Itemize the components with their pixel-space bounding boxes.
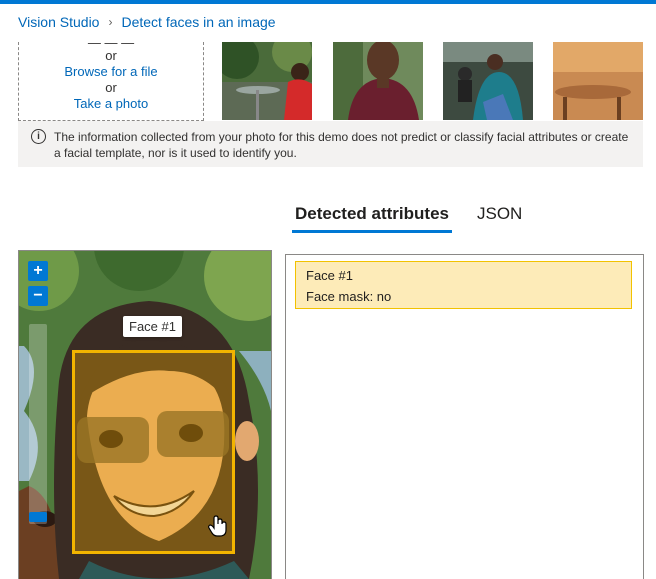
browse-file-link[interactable]: Browse for a file <box>19 64 203 80</box>
upload-dropzone[interactable]: ― ― ― or Browse for a file or Take a pho… <box>18 42 204 121</box>
upload-or-1: or <box>105 48 117 63</box>
zoom-slider-track[interactable] <box>29 324 47 524</box>
sample-image-4[interactable] <box>553 42 643 120</box>
top-accent-bar <box>0 0 656 4</box>
face-result-title: Face #1 <box>306 268 353 283</box>
take-photo-link[interactable]: Take a photo <box>19 96 203 112</box>
breadcrumb: Vision Studio › Detect faces in an image <box>18 14 276 30</box>
info-icon: i <box>31 129 46 144</box>
zoom-out-button[interactable]: − <box>28 286 48 306</box>
privacy-notice-text: The information collected from your phot… <box>54 130 629 160</box>
tab-detected-attributes[interactable]: Detected attributes <box>292 204 452 233</box>
zoom-slider-thumb[interactable] <box>29 512 47 522</box>
hand-cursor-icon <box>208 515 227 537</box>
sample-image-2[interactable] <box>333 42 423 120</box>
sample-image-3[interactable] <box>443 42 533 120</box>
face-result-card[interactable]: Face #1 Face mask: no <box>295 261 632 309</box>
image-viewer[interactable]: + − Face #1 <box>18 250 272 579</box>
chevron-right-icon: › <box>108 15 113 29</box>
sample-image-1[interactable] <box>222 42 312 120</box>
privacy-notice: i The information collected from your ph… <box>18 121 643 167</box>
face-label-tooltip: Face #1 <box>123 316 182 337</box>
breadcrumb-vision-studio[interactable]: Vision Studio <box>18 14 99 30</box>
face-result-mask: Face mask: no <box>306 289 392 304</box>
tab-json[interactable]: JSON <box>474 204 525 233</box>
breadcrumb-detect-faces[interactable]: Detect faces in an image <box>121 14 275 30</box>
zoom-in-button[interactable]: + <box>28 261 48 281</box>
results-panel: Face #1 Face mask: no <box>285 254 644 579</box>
upload-or-2: or <box>105 80 117 95</box>
result-tabs: Detected attributes JSON <box>292 204 547 233</box>
